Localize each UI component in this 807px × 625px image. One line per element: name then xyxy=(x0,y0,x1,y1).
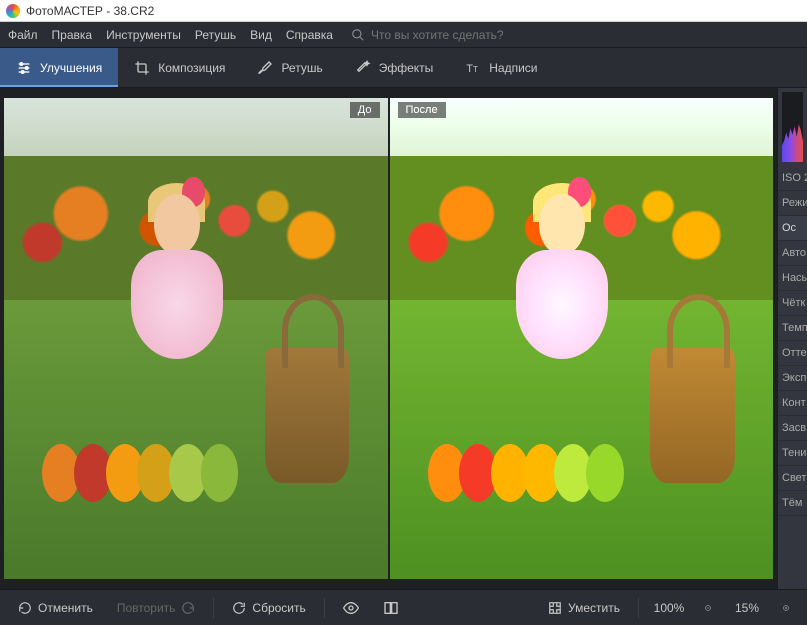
menu-edit[interactable]: Правка xyxy=(52,28,93,42)
panel-iso: ISO 20 xyxy=(778,166,807,191)
wand-icon xyxy=(355,60,371,76)
after-pane: После xyxy=(390,98,774,579)
search-input[interactable] xyxy=(371,28,551,42)
zoom-in-button[interactable] xyxy=(773,595,799,621)
button-label: Сбросить xyxy=(252,601,305,615)
app-name: ФотоМАСТЕР xyxy=(26,4,103,18)
fit-button[interactable]: Уместить xyxy=(538,595,630,621)
photo-after xyxy=(390,98,774,579)
panel-whites[interactable]: Свет xyxy=(778,466,807,491)
undo-button[interactable]: Отменить xyxy=(8,595,103,621)
panel-auto[interactable]: Авто xyxy=(778,241,807,266)
panel-blacks[interactable]: Тём xyxy=(778,491,807,516)
tab-enhance[interactable]: Улучшения xyxy=(0,48,118,87)
app-logo-icon xyxy=(6,4,20,18)
toolbar: Улучшения Композиция Ретушь Эффекты TT Н… xyxy=(0,48,807,88)
tab-effects[interactable]: Эффекты xyxy=(339,48,450,87)
window-title: ФотоМАСТЕР - 38.CR2 xyxy=(26,4,154,18)
search-icon xyxy=(351,28,365,42)
menubar: Файл Правка Инструменты Ретушь Вид Справ… xyxy=(0,22,807,48)
panel-mode[interactable]: Режи xyxy=(778,191,807,216)
svg-text:T: T xyxy=(467,63,474,75)
redo-icon xyxy=(181,601,195,615)
workspace: До После ISO 20 Режи Ос Авто Насы Чётк xyxy=(0,88,807,589)
compare-button[interactable] xyxy=(373,594,409,622)
text-icon: TT xyxy=(465,60,481,76)
file-name: 38.CR2 xyxy=(114,4,155,18)
panel-section-main[interactable]: Ос xyxy=(778,216,807,241)
menu-help[interactable]: Справка xyxy=(286,28,333,42)
panel-temperature[interactable]: Темп xyxy=(778,316,807,341)
sliders-icon xyxy=(16,60,32,76)
histogram xyxy=(782,92,803,162)
tab-label: Улучшения xyxy=(40,61,102,75)
separator xyxy=(324,598,325,618)
before-pane: До xyxy=(4,98,388,579)
preview-button[interactable] xyxy=(333,594,369,622)
separator xyxy=(638,598,639,618)
tab-composition[interactable]: Композиция xyxy=(118,48,241,87)
fit-icon xyxy=(548,601,562,615)
svg-text:T: T xyxy=(473,65,478,74)
button-label: Повторить xyxy=(117,601,176,615)
zoom-level: 15% xyxy=(725,601,769,615)
panel-saturation[interactable]: Насы xyxy=(778,266,807,291)
zoom-out-button[interactable] xyxy=(695,595,721,621)
panel-highlights[interactable]: Засв xyxy=(778,416,807,441)
menu-file[interactable]: Файл xyxy=(8,28,38,42)
button-label: Уместить xyxy=(568,601,620,615)
plus-icon xyxy=(783,601,789,615)
undo-icon xyxy=(18,601,32,615)
panel-contrast[interactable]: Конт xyxy=(778,391,807,416)
menu-retouch[interactable]: Ретушь xyxy=(195,28,236,42)
minus-icon xyxy=(705,601,711,615)
menu-tools[interactable]: Инструменты xyxy=(106,28,181,42)
separator xyxy=(213,598,214,618)
zoom-100[interactable]: 100% xyxy=(647,601,691,615)
panel-shadows[interactable]: Тени xyxy=(778,441,807,466)
crop-icon xyxy=(134,60,150,76)
reset-button[interactable]: Сбросить xyxy=(222,595,315,621)
refresh-icon xyxy=(232,601,246,615)
menu-search[interactable] xyxy=(351,28,551,42)
redo-button[interactable]: Повторить xyxy=(107,595,206,621)
menu-view[interactable]: Вид xyxy=(250,28,272,42)
brush-icon xyxy=(257,60,273,76)
eye-icon xyxy=(343,600,359,616)
before-label: До xyxy=(350,102,380,118)
tab-text[interactable]: TT Надписи xyxy=(449,48,553,87)
after-label: После xyxy=(398,102,446,118)
panel-sharpness[interactable]: Чётк xyxy=(778,291,807,316)
panel-tint[interactable]: Отте xyxy=(778,341,807,366)
tab-label: Ретушь xyxy=(281,61,322,75)
titlebar: ФотоМАСТЕР - 38.CR2 xyxy=(0,0,807,22)
bottombar: Отменить Повторить Сбросить Уместить 100… xyxy=(0,589,807,625)
panel-exposure[interactable]: Эксп xyxy=(778,366,807,391)
photo-before xyxy=(4,98,388,579)
right-panel: ISO 20 Режи Ос Авто Насы Чётк Темп Отте … xyxy=(777,88,807,589)
canvas-area[interactable]: До После xyxy=(0,88,777,589)
tab-retouch[interactable]: Ретушь xyxy=(241,48,338,87)
tab-label: Композиция xyxy=(158,61,225,75)
compare-icon xyxy=(383,600,399,616)
tab-label: Надписи xyxy=(489,61,537,75)
tab-label: Эффекты xyxy=(379,61,434,75)
button-label: Отменить xyxy=(38,601,93,615)
